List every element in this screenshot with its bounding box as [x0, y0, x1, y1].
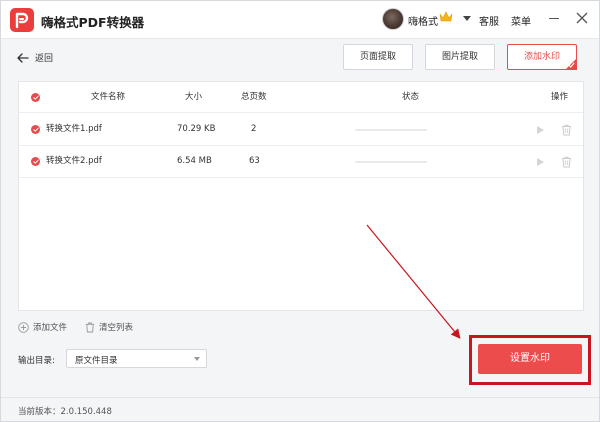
output-directory-value: 原文件目录	[75, 356, 118, 366]
file-pages: 2	[251, 124, 257, 134]
play-icon[interactable]	[535, 125, 545, 135]
back-button[interactable]: 返回	[17, 51, 53, 64]
add-file-label: 添加文件	[33, 323, 68, 333]
column-header-size: 大小	[185, 92, 203, 102]
user-avatar[interactable]	[382, 8, 404, 30]
file-pages: 63	[249, 156, 260, 166]
output-directory-label: 输出目录:	[18, 356, 55, 366]
close-icon[interactable]	[575, 11, 589, 25]
clear-list-button[interactable]: 清空列表	[85, 321, 133, 333]
tab-page-extract[interactable]: 页面提取	[343, 44, 413, 70]
column-header-pages: 总页数	[241, 92, 267, 102]
file-name: 转换文件2.pdf	[46, 156, 102, 166]
app-logo-icon	[10, 8, 34, 32]
clear-list-label: 清空列表	[99, 323, 134, 333]
select-all-checkbox[interactable]	[31, 93, 40, 102]
title-bar: 嗨格式PDF转换器 嗨格式 客服 菜单	[1, 1, 599, 39]
file-table: 文件名称 大小 总页数 状态 操作 转换文件1.pdf 70.29 KB 2 转…	[18, 81, 584, 311]
trash-icon[interactable]	[561, 124, 572, 136]
status-bar: 当前版本：2.0.150.448	[1, 397, 599, 421]
app-title: 嗨格式PDF转换器	[41, 15, 145, 30]
app-window: 嗨格式PDF转换器 嗨格式 客服 菜单 返回 页面提取 图片提取 添加水印 文件…	[0, 0, 600, 422]
add-file-button[interactable]: 添加文件	[18, 321, 67, 333]
customer-service-link[interactable]: 客服	[479, 13, 499, 28]
column-header-name: 文件名称	[91, 92, 126, 102]
tab-add-watermark[interactable]: 添加水印	[507, 44, 577, 70]
set-watermark-button[interactable]: 设置水印	[478, 344, 582, 374]
play-icon[interactable]	[535, 157, 545, 167]
back-arrow-icon	[17, 52, 29, 63]
column-header-actions: 操作	[551, 92, 569, 102]
minimize-icon[interactable]	[549, 18, 559, 19]
table-header: 文件名称 大小 总页数 状态 操作	[19, 82, 583, 113]
row-checkbox[interactable]	[31, 125, 40, 134]
table-row[interactable]: 转换文件1.pdf 70.29 KB 2	[19, 114, 583, 146]
column-header-status: 状态	[402, 92, 420, 102]
chevron-down-icon	[194, 357, 200, 361]
tab-image-extract[interactable]: 图片提取	[425, 44, 495, 70]
vip-crown-icon	[439, 11, 453, 22]
back-label: 返回	[35, 54, 54, 64]
conversion-progress	[355, 161, 427, 163]
version-label: 当前版本：2.0.150.448	[18, 407, 112, 417]
row-checkbox[interactable]	[31, 157, 40, 166]
trash-icon	[85, 322, 95, 332]
trash-icon[interactable]	[561, 156, 572, 168]
username[interactable]: 嗨格式	[408, 13, 438, 28]
conversion-progress	[355, 129, 427, 131]
tab-add-watermark-label: 添加水印	[523, 52, 560, 62]
menu-link[interactable]: 菜单	[511, 13, 531, 28]
file-size: 70.29 KB	[177, 124, 216, 134]
file-name: 转换文件1.pdf	[46, 124, 102, 134]
account-dropdown-icon[interactable]	[463, 16, 471, 21]
output-directory-select[interactable]: 原文件目录	[66, 349, 207, 368]
file-size: 6.54 MB	[177, 156, 212, 166]
table-row[interactable]: 转换文件2.pdf 6.54 MB 63	[19, 146, 583, 178]
selected-check-icon	[568, 62, 575, 68]
add-circle-icon	[18, 321, 29, 333]
